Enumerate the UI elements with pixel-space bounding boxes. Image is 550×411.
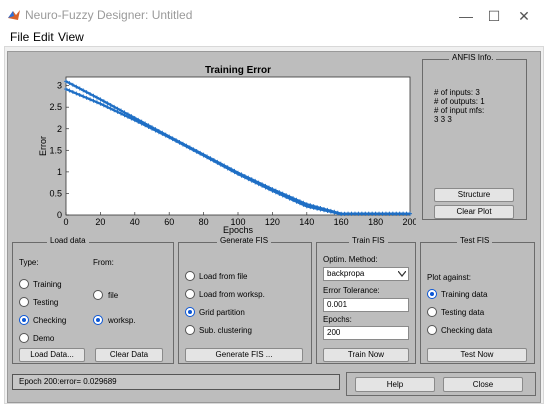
radio-from-file[interactable] (93, 290, 103, 300)
radio-load-from-file[interactable] (185, 271, 195, 281)
epochs-label: Epochs: (323, 315, 352, 324)
y-tick-label: 1 (57, 167, 62, 177)
load-data-button[interactable]: Load Data... (19, 348, 85, 362)
y-tick-label: 0 (57, 210, 62, 220)
structure-button[interactable]: Structure (434, 188, 514, 202)
x-tick-label: 140 (299, 217, 314, 227)
radio-type-demo[interactable] (19, 333, 29, 343)
test-fis-title: Test FIS (457, 236, 493, 245)
train-now-button[interactable]: Train Now (323, 348, 409, 362)
info-outputs: # of outputs: 1 (434, 97, 485, 106)
x-tick-label: 20 (95, 217, 105, 227)
type-label: Type: (19, 258, 39, 267)
x-tick-label: 120 (265, 217, 280, 227)
from-label: From: (93, 258, 114, 267)
test-fis-panel: Test FIS Plot against: Training data Tes… (420, 236, 535, 364)
y-tick-label: 0.5 (49, 188, 62, 198)
maximize-button[interactable]: ☐ (484, 6, 504, 26)
x-tick-label: 80 (199, 217, 209, 227)
x-tick-label: 100 (230, 217, 245, 227)
training-error-chart: Training ErrorEpochsError0 20 40 60 80 100 120… (38, 65, 418, 235)
title-bar: Neuro-Fuzzy Designer: Untitled — ☐ ✕ (0, 0, 550, 30)
radio-type-training[interactable] (19, 279, 29, 289)
clear-data-button[interactable]: Clear Data (95, 348, 163, 362)
y-tick-label: 3 (57, 81, 62, 91)
error-tolerance-input[interactable]: 0.001 (323, 298, 409, 312)
optim-method-value: backpropa (327, 269, 365, 278)
x-tick-label: 60 (164, 217, 174, 227)
radio-type-checking-label: Checking (33, 316, 67, 325)
window-title: Neuro-Fuzzy Designer: Untitled (25, 8, 193, 22)
train-fis-panel: Train FIS Optim. Method: backpropa Error… (316, 236, 416, 364)
radio-test-checking-data-label: Checking data (441, 326, 493, 335)
y-tick-label: 2.5 (49, 102, 62, 112)
clear-plot-button[interactable]: Clear Plot (434, 205, 514, 219)
x-tick-label: 160 (334, 217, 349, 227)
info-input-mfs: # of input mfs: (434, 106, 485, 115)
anfis-info-panel: ANFIS Info. # of inputs: 3 # of outputs:… (422, 53, 527, 220)
help-button[interactable]: Help (355, 377, 435, 392)
x-tick-label: 0 (63, 217, 68, 227)
menu-file[interactable]: File (10, 30, 29, 44)
radio-grid-partition[interactable] (185, 307, 195, 317)
chevron-down-icon (398, 271, 406, 277)
radio-test-training-data[interactable] (427, 289, 437, 299)
radio-test-training-data-label: Training data (441, 290, 488, 299)
minimize-button[interactable]: — (456, 6, 476, 26)
generate-fis-panel: Generate FIS Load from file Load from wo… (178, 236, 312, 364)
radio-from-workspace-label: worksp. (108, 316, 136, 325)
menu-edit[interactable]: Edit (33, 30, 54, 44)
load-data-panel: Load data Type: From: Training Testing C… (12, 236, 174, 364)
radio-sub-clustering-label: Sub. clustering (199, 326, 252, 335)
radio-test-testing-data[interactable] (427, 307, 437, 317)
figure-window: Training Error Epochs Error 0 20 40 60 80 100 120… (4, 46, 544, 404)
radio-sub-clustering[interactable] (185, 325, 195, 335)
y-tick-label: 2 (57, 124, 62, 134)
radio-load-from-workspace[interactable] (185, 289, 195, 299)
optim-method-select[interactable]: backpropa (323, 267, 409, 281)
info-inputs: # of inputs: 3 (434, 88, 480, 97)
generate-fis-button[interactable]: Generate FIS ... (185, 348, 303, 362)
x-tick-label: 200 (402, 217, 416, 227)
epochs-input[interactable]: 200 (323, 326, 409, 340)
radio-type-testing-label: Testing (33, 298, 59, 307)
anfis-info-title: ANFIS Info. (449, 53, 497, 62)
radio-type-training-label: Training (33, 280, 62, 289)
radio-type-testing[interactable] (19, 297, 29, 307)
info-mf-counts: 3 3 3 (434, 115, 452, 124)
plot-against-label: Plot against: (427, 273, 472, 282)
generate-fis-title: Generate FIS (217, 236, 272, 245)
radio-from-workspace[interactable] (93, 315, 103, 325)
radio-load-from-file-label: Load from file (199, 272, 248, 281)
radio-type-checking[interactable] (19, 315, 29, 325)
status-bar: Epoch 200:error= 0.029689 (12, 374, 340, 390)
x-tick-label: 40 (130, 217, 140, 227)
plot-area (65, 76, 411, 216)
error-tolerance-label: Error Tolerance: (323, 286, 380, 295)
radio-type-demo-label: Demo (33, 334, 55, 343)
close-window-button[interactable]: ✕ (514, 6, 534, 26)
radio-test-checking-data[interactable] (427, 325, 437, 335)
close-button[interactable]: Close (443, 377, 523, 392)
radio-from-file-label: file (108, 291, 119, 300)
menu-bar: File Edit View (0, 30, 550, 44)
training-error-plot: Training Error Epochs Error 0 20 40 60 80 100 120… (36, 60, 418, 235)
x-tick-label: 180 (368, 217, 383, 227)
help-close-panel: Help Close (346, 372, 536, 396)
y-axis-label: Error (38, 136, 48, 156)
radio-grid-partition-label: Grid partition (199, 308, 245, 317)
matlab-app-icon (8, 10, 20, 20)
radio-test-testing-data-label: Testing data (441, 308, 485, 317)
y-tick-label: 1.5 (49, 145, 62, 155)
radio-load-from-workspace-label: Load from worksp. (199, 290, 265, 299)
train-fis-title: Train FIS (349, 236, 388, 245)
chart-title: Training Error (205, 65, 271, 76)
test-now-button[interactable]: Test Now (427, 348, 527, 362)
optim-method-label: Optim. Method: (323, 255, 378, 264)
menu-view[interactable]: View (58, 30, 84, 44)
anfis-editor-panel: Training Error Epochs Error 0 20 40 60 80 100 120… (7, 51, 541, 403)
load-data-title: Load data (47, 236, 89, 245)
